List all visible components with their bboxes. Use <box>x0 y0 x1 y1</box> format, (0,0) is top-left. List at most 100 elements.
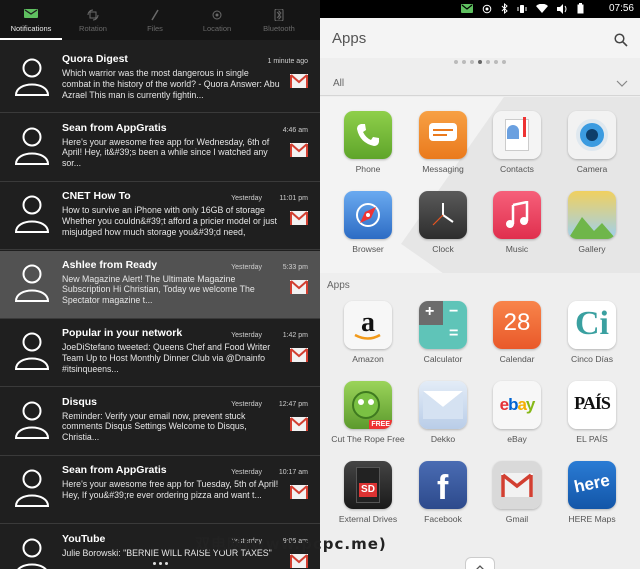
bottom-edge-handle[interactable] <box>465 557 495 569</box>
notification-item[interactable]: Sean from AppGratis 4:46 am Here's your aw… <box>0 113 320 182</box>
notification-time: 4:46 am <box>282 126 308 134</box>
music-icon <box>493 191 541 239</box>
app-dekko[interactable]: Dekko <box>405 381 481 444</box>
app-cinco-dias[interactable]: Ci Cinco Días <box>554 301 630 364</box>
gmail-icon <box>290 553 308 568</box>
calculator-icon: + − = <box>419 301 467 349</box>
phone-icon <box>344 111 392 159</box>
avatar <box>12 535 52 569</box>
notification-body: JoeDiStefano tweeted: Queens Chef and Fo… <box>62 342 271 374</box>
app-label: Calculator <box>423 354 463 364</box>
app-messaging[interactable]: Messaging <box>405 111 481 174</box>
apps-header: Apps <box>320 18 640 58</box>
app-camera[interactable]: Camera <box>554 111 630 174</box>
app-el-pais[interactable]: PAÍS EL PAÍS <box>554 381 630 444</box>
app-label: HERE Maps <box>568 514 616 524</box>
avatar <box>12 124 52 168</box>
gmail-icon <box>290 279 308 294</box>
notification-icon <box>24 9 38 18</box>
app-calculator[interactable]: + − = Calculator <box>405 301 481 364</box>
app-music[interactable]: Music <box>479 191 555 254</box>
bluetooth-icon <box>274 9 284 21</box>
notification-time: 1 minute ago <box>267 58 308 65</box>
search-icon[interactable] <box>614 33 628 47</box>
tab-label: Bluetooth <box>263 24 295 33</box>
app-amazon[interactable]: a Amazon <box>330 301 406 364</box>
notification-item[interactable]: Sean from AppGratis Yesterday 10:17 am Here… <box>0 456 320 524</box>
notification-item[interactable]: Quora Digest 1 minute ago Which warrior wa… <box>0 45 320 113</box>
scope-filter[interactable]: All <box>320 72 640 96</box>
app-external-drives[interactable]: SD External Drives <box>330 461 406 524</box>
notification-body: Here's your awesome free app for Tuesday… <box>62 479 279 500</box>
tab-bluetooth[interactable]: Bluetooth <box>248 0 310 40</box>
app-label: Clock <box>432 244 454 254</box>
gmail-icon <box>290 142 308 157</box>
app-contacts[interactable]: Contacts <box>479 111 555 174</box>
app-phone[interactable]: Phone <box>330 111 406 174</box>
notification-body: Here's your awesome free app for Wednesd… <box>62 136 270 169</box>
notification-item[interactable]: Ashlee from Ready Yesterday 5:33 pm New Mag… <box>0 250 320 319</box>
watermark: 双电网(www.pcpc.me) <box>195 535 387 553</box>
app-label: Dekko <box>430 434 456 444</box>
app-label: Gmail <box>505 514 529 524</box>
notification-body: New Magazine Alert! The Ultimate Magazin… <box>62 273 255 306</box>
notification-date: Yesterday <box>231 332 262 339</box>
scope-pager[interactable] <box>320 60 640 66</box>
app-cut-the-rope[interactable]: FREE Cut The Rope Free <box>330 381 406 444</box>
location-indicator-icon <box>482 4 492 13</box>
notification-item[interactable]: Popular in your network Yesterday 1:42 pm J… <box>0 319 320 387</box>
avatar <box>12 261 52 305</box>
gmail-icon <box>290 416 308 431</box>
notification-item[interactable]: Disqus Yesterday 12:47 pm Reminder: Verify … <box>0 387 320 456</box>
avatar <box>12 466 52 510</box>
app-label: Messaging <box>422 164 464 174</box>
app-gmail[interactable]: Gmail <box>479 461 555 524</box>
app-label: Facebook <box>424 514 462 524</box>
app-here-maps[interactable]: here HERE Maps <box>554 461 630 524</box>
tab-notifications[interactable]: Notifications <box>0 0 62 40</box>
app-clock[interactable]: Clock <box>405 191 481 254</box>
notification-time: 1:42 pm <box>282 332 308 339</box>
tab-label: Notifications <box>10 24 52 33</box>
notification-title: Ashlee from Ready <box>62 258 158 271</box>
clock-icon <box>419 191 467 239</box>
indicator-tabs: Notifications Rotation Files Location Bl… <box>0 0 320 40</box>
app-label: Calendar <box>499 354 535 364</box>
cut-the-rope-icon: FREE <box>344 381 392 429</box>
tab-files[interactable]: Files <box>124 0 186 40</box>
app-browser[interactable]: Browser <box>330 191 406 254</box>
app-gallery[interactable]: Gallery <box>554 191 630 254</box>
tab-location[interactable]: Location <box>186 0 248 40</box>
tab-rotation[interactable]: Rotation <box>62 0 124 40</box>
external-drives-icon: SD <box>344 461 392 509</box>
notification-time: 10:17 am <box>278 469 308 476</box>
app-label: Camera <box>576 164 608 174</box>
page-title: Apps <box>332 30 367 47</box>
app-facebook[interactable]: f Facebook <box>405 461 481 524</box>
chevron-down-icon[interactable] <box>616 80 628 88</box>
rotation-icon <box>87 9 99 21</box>
notification-time: 12:47 pm <box>278 400 308 408</box>
here-maps-icon: here <box>568 461 616 509</box>
more-dots-icon[interactable] <box>150 562 170 568</box>
tab-label: Files <box>147 24 163 33</box>
el-pais-icon: PAÍS <box>568 381 616 429</box>
camera-icon <box>568 111 616 159</box>
notification-item[interactable]: CNET How To Yesterday 11:01 pm How to survi… <box>0 182 320 250</box>
notification-time: 11:01 pm <box>279 195 308 202</box>
facebook-icon: f <box>419 461 467 509</box>
volume-icon <box>557 3 567 14</box>
gmail-icon <box>290 484 308 499</box>
app-label: External Drives <box>338 514 398 524</box>
avatar <box>12 398 52 442</box>
notification-body: Reminder: Verify your email now, prevent… <box>62 410 247 443</box>
scope-filter-label: All <box>333 78 345 89</box>
notification-body: Which warrior was the most dangerous in … <box>62 68 280 100</box>
app-calendar[interactable]: 28 Calendar <box>479 301 555 364</box>
vibrate-icon <box>517 4 527 13</box>
dekko-icon <box>419 381 467 429</box>
app-ebay[interactable]: ebay eBay <box>479 381 555 444</box>
notification-date: Yesterday <box>231 195 262 202</box>
calendar-icon: 28 <box>493 301 541 349</box>
apps-scope: 07:56 Apps All Phone Messaging Contacts Cam… <box>320 0 640 569</box>
